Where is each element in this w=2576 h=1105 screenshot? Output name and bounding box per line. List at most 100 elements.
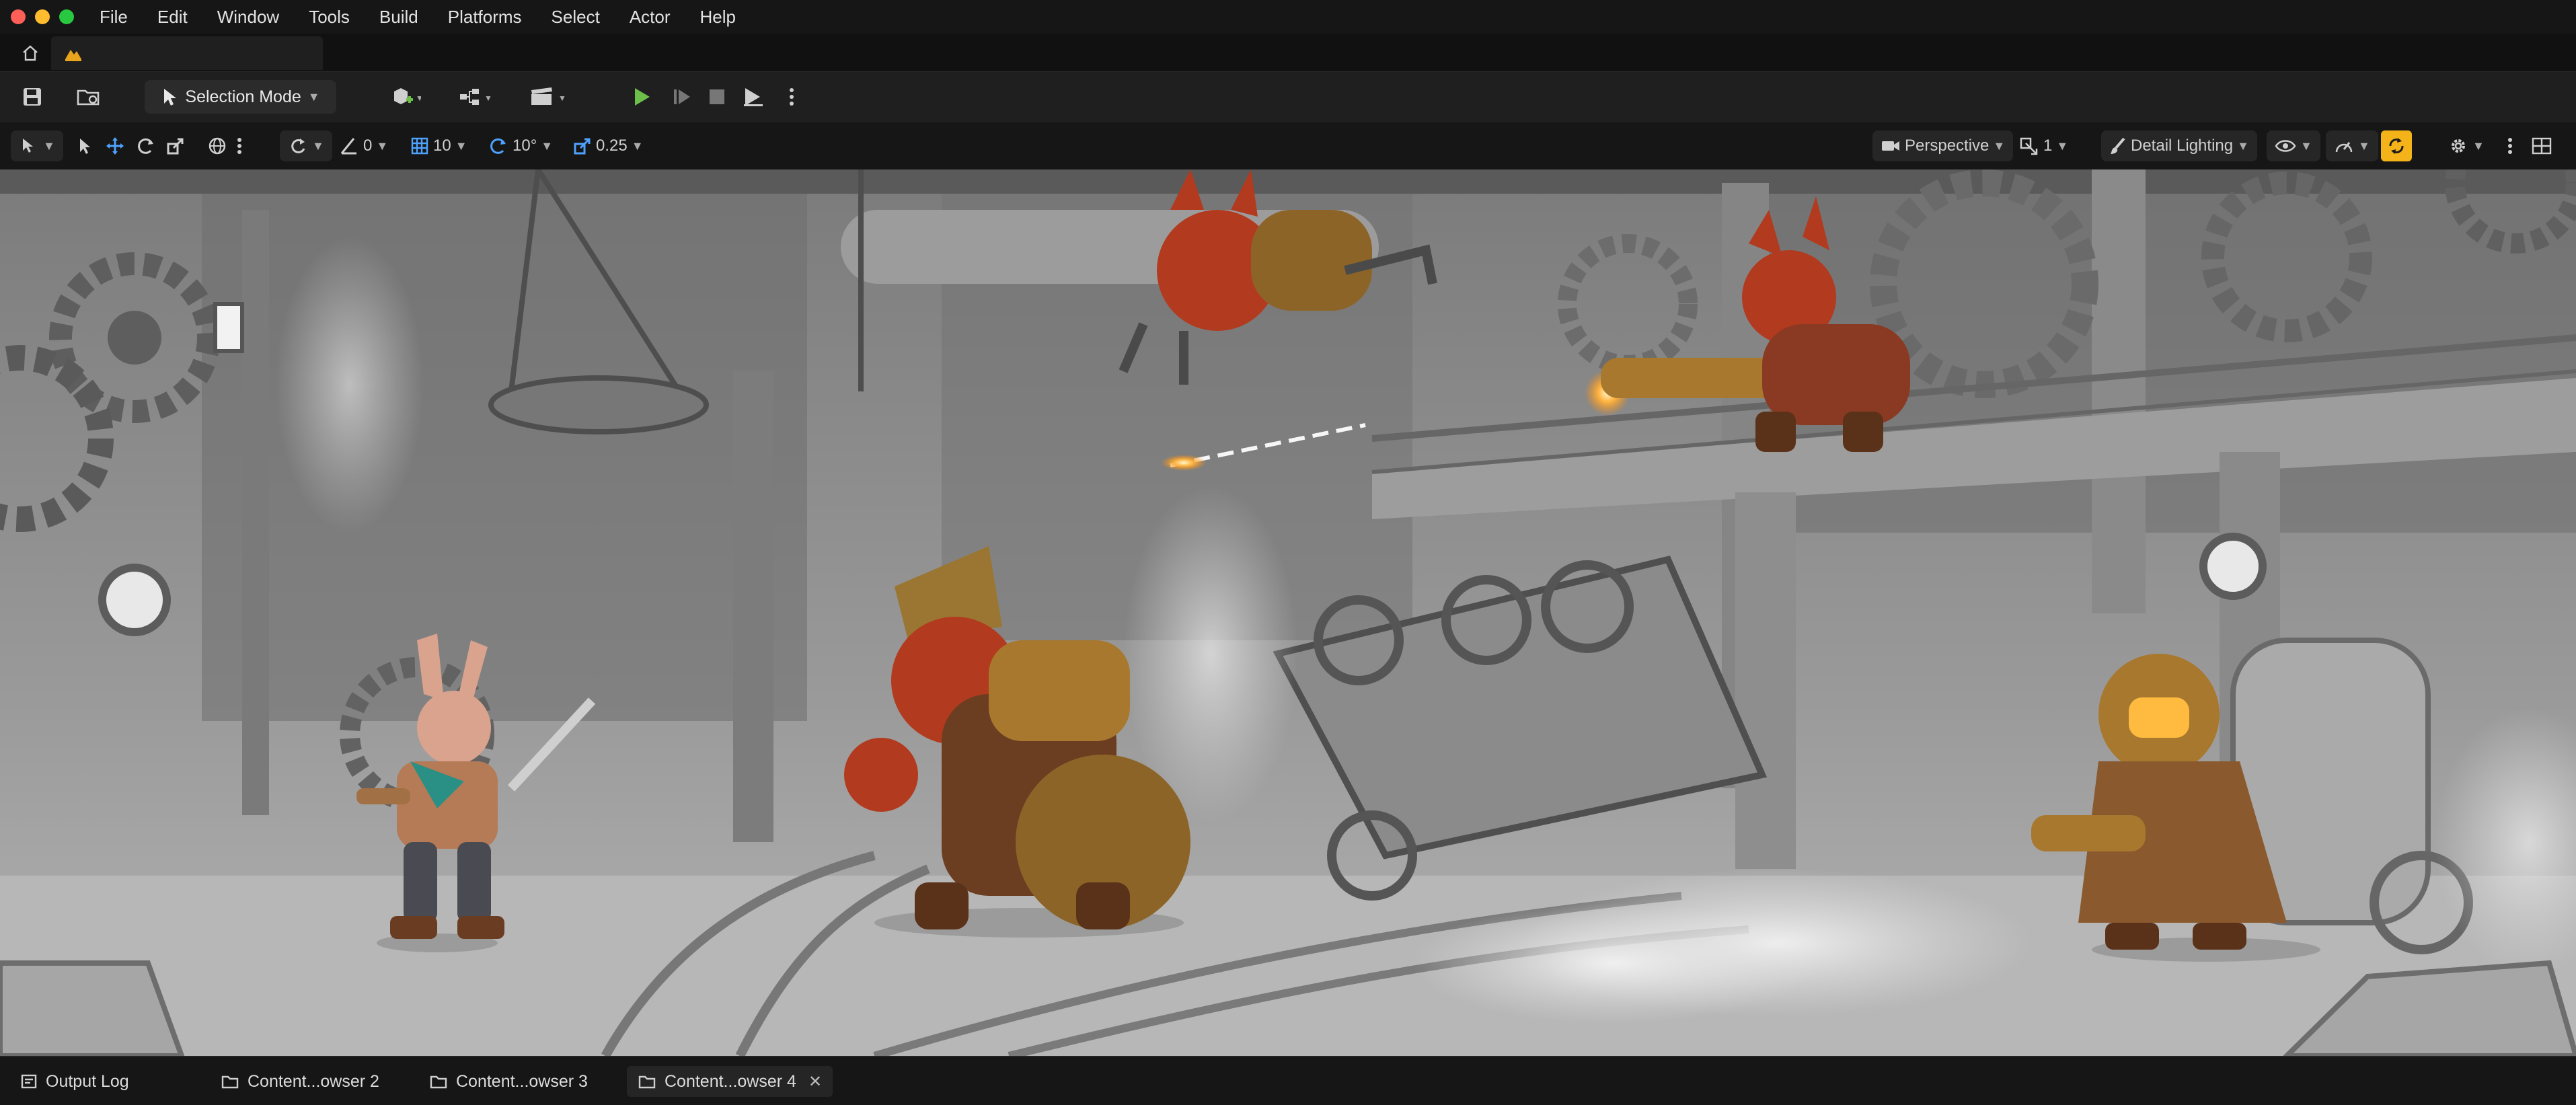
show-flags-dropdown[interactable]: ▼	[2267, 130, 2320, 161]
chevron-down-icon: ▼	[43, 139, 55, 153]
level-viewport[interactable]	[0, 169, 2576, 1056]
camera-icon	[1881, 138, 1901, 154]
chevron-down-icon: ▼	[2056, 139, 2069, 153]
chevron-down-icon: ▼	[2358, 139, 2370, 153]
tab-content-browser-3[interactable]: Content...owser 3	[418, 1066, 599, 1097]
transform-options-button[interactable]	[237, 130, 242, 161]
select-mode-tool[interactable]	[75, 130, 94, 161]
globe-icon	[207, 136, 227, 156]
brush-icon	[2109, 137, 2127, 155]
viewport-toolbar: ▼ ▼ 0 ▼ 10 ▼ 10° ▼ 0.25 ▼ Perspective ▼ …	[0, 122, 2576, 169]
tab-label: Content...owser 3	[456, 1071, 588, 1091]
browse-button[interactable]	[71, 80, 106, 114]
viewport-layout-button[interactable]	[2532, 130, 2552, 161]
grid-icon	[410, 137, 429, 155]
tab-label: Output Log	[46, 1071, 129, 1091]
chevron-down-icon: ▼	[376, 139, 389, 153]
content-browser-icon	[429, 1073, 448, 1090]
menu-edit[interactable]: Edit	[157, 7, 188, 28]
rotation-snap-control[interactable]: 10° ▼	[488, 130, 553, 161]
chevron-down-icon: ▼	[541, 139, 554, 153]
grid-snap-control[interactable]: 10 ▼	[410, 130, 467, 161]
home-tab[interactable]	[12, 36, 48, 70]
close-window-button[interactable]	[11, 9, 26, 24]
chevron-down-icon: ▼	[307, 89, 320, 104]
close-icon[interactable]: ✕	[808, 1072, 822, 1092]
cinematics-button[interactable]: ▼	[522, 80, 576, 114]
camera-speed-value: 1	[2043, 137, 2053, 155]
scale-snap-control[interactable]: 0.25 ▼	[573, 130, 644, 161]
menu-file[interactable]: File	[100, 7, 128, 28]
grid-snap-value: 10	[433, 137, 451, 155]
angle-snap-icon	[339, 136, 359, 156]
bottom-tab-bar: Output Log Content...owser 2 Content...o…	[0, 1056, 2576, 1105]
minimize-window-button[interactable]	[35, 9, 50, 24]
svg-text:▼: ▼	[558, 93, 566, 103]
viewport-settings-button[interactable]: ▼	[2448, 130, 2485, 161]
surface-snapping-button[interactable]: ▼	[280, 130, 332, 161]
angle-snap-value: 0	[363, 137, 373, 155]
realtime-icon	[2386, 136, 2407, 156]
rotate-tool[interactable]	[136, 130, 156, 161]
chevron-down-icon: ▼	[455, 139, 467, 153]
save-icon	[21, 85, 44, 108]
surface-snap-icon	[288, 136, 308, 156]
document-tab-bar	[0, 34, 2576, 71]
blueprints-button[interactable]: ▼	[452, 80, 500, 114]
level-icon	[63, 44, 83, 62]
menu-build[interactable]: Build	[379, 7, 418, 28]
play-options-button[interactable]	[782, 80, 802, 114]
chevron-down-icon: ▼	[2472, 139, 2485, 153]
tab-output-log[interactable]: Output Log	[9, 1066, 140, 1097]
view-mode-dropdown[interactable]: Perspective ▼	[1872, 130, 2014, 161]
save-button[interactable]	[15, 80, 50, 114]
svg-text:▼: ▼	[416, 93, 421, 103]
chevron-down-icon: ▼	[2300, 139, 2312, 153]
zoom-window-button[interactable]	[59, 9, 74, 24]
add-cube-icon: ▼	[389, 85, 421, 109]
chevron-down-icon: ▼	[631, 139, 644, 153]
play-button[interactable]	[624, 80, 659, 114]
camera-speed-icon	[2019, 137, 2039, 155]
menu-tools[interactable]: Tools	[309, 7, 350, 28]
angle-snap-control[interactable]: 0 ▼	[339, 130, 388, 161]
realtime-toggle-button[interactable]	[2381, 130, 2412, 161]
menu-actor[interactable]: Actor	[630, 7, 671, 28]
viewport-options-button[interactable]: ▼	[11, 130, 63, 161]
menu-select[interactable]: Select	[552, 7, 600, 28]
add-actor-button[interactable]: ▼	[381, 80, 429, 114]
performance-scalability-dropdown[interactable]: ▼	[2326, 130, 2378, 161]
tab-label: Content...owser 2	[248, 1071, 379, 1091]
translate-tool[interactable]	[105, 130, 125, 161]
lighting-mode-dropdown[interactable]: Detail Lighting ▼	[2101, 130, 2257, 161]
content-browser-icon	[638, 1073, 656, 1090]
scale-icon	[165, 136, 186, 156]
selection-mode-label: Selection Mode	[185, 87, 301, 106]
tab-content-browser-4[interactable]: Content...owser 4 ✕	[627, 1066, 833, 1097]
gear-icon	[2448, 136, 2468, 156]
chevron-down-icon: ▼	[1993, 139, 2006, 153]
stop-button[interactable]	[699, 80, 734, 114]
menu-help[interactable]: Help	[700, 7, 736, 28]
kebab-icon	[237, 137, 242, 155]
blueprint-graph-icon: ▼	[457, 85, 495, 109]
advance-frame-button[interactable]	[665, 80, 699, 114]
select-arrow-icon	[19, 136, 39, 156]
scale-tool[interactable]	[165, 130, 186, 161]
menu-platforms[interactable]: Platforms	[448, 7, 522, 28]
folder-search-icon	[76, 85, 102, 108]
move-icon	[105, 136, 125, 156]
camera-speed-control[interactable]: 1 ▼	[2019, 130, 2068, 161]
selection-mode-dropdown[interactable]: Selection Mode ▼	[145, 80, 336, 114]
viewport-more-button[interactable]	[2507, 130, 2513, 161]
menu-window[interactable]: Window	[217, 7, 279, 28]
tab-content-browser-2[interactable]: Content...owser 2	[210, 1066, 390, 1097]
stop-icon	[708, 87, 726, 106]
scene-render	[0, 169, 2576, 1056]
chevron-down-icon: ▼	[2237, 139, 2249, 153]
eject-button[interactable]	[736, 80, 771, 114]
coordinate-system-button[interactable]	[207, 130, 227, 161]
scale-snap-value: 0.25	[596, 137, 628, 155]
level-tab[interactable]	[51, 36, 323, 70]
tab-label: Content...owser 4	[665, 1071, 796, 1091]
